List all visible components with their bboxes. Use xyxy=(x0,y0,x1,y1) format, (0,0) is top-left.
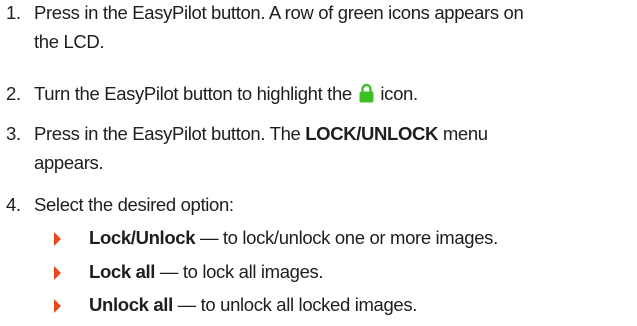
option-name: Lock all xyxy=(89,261,156,282)
option-description: — to unlock all locked images. xyxy=(172,294,418,315)
step-text-after: icon. xyxy=(380,83,418,104)
step-number: 3. xyxy=(6,123,21,144)
bullet-icon xyxy=(54,299,61,313)
step-text: Press in the EasyPilot button. A row of … xyxy=(34,2,524,23)
step-number: 1. xyxy=(6,2,21,23)
bullet-icon xyxy=(54,266,61,280)
step-text-before: Press in the EasyPilot button. The xyxy=(34,123,306,144)
option-text: Lock all — to lock all images. xyxy=(89,261,324,283)
option-name: Unlock all xyxy=(89,294,173,315)
option-description: — to lock all images. xyxy=(155,261,324,282)
step-text-before: Turn the EasyPilot button to highlight t… xyxy=(34,83,352,104)
step-text: Select the desired option: xyxy=(34,194,234,215)
step-number: 4. xyxy=(6,194,21,215)
step-text: Turn the EasyPilot button to highlight t… xyxy=(34,83,418,105)
option-text: Unlock all — to unlock all locked images… xyxy=(89,294,417,316)
step-text-continued: appears. xyxy=(34,152,104,173)
option-description: — to lock/unlock one or more images. xyxy=(195,227,498,248)
menu-name: LOCK/UNLOCK xyxy=(305,123,439,144)
step-text-continued: the LCD. xyxy=(34,31,105,52)
step-text-after: menu xyxy=(438,123,488,144)
green-lock-icon xyxy=(359,83,374,103)
bullet-icon xyxy=(54,232,61,246)
step-text: Press in the EasyPilot button. The LOCK/… xyxy=(34,123,488,145)
option-name: Lock/Unlock xyxy=(89,227,196,248)
step-number: 2. xyxy=(6,83,21,104)
option-text: Lock/Unlock — to lock/unlock one or more… xyxy=(89,227,498,249)
